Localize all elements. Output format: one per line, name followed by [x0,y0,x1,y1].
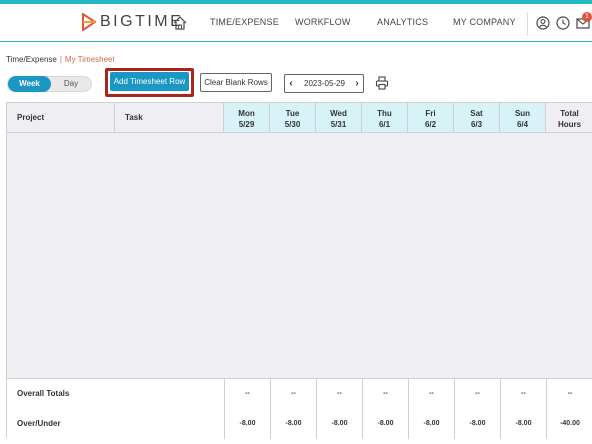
day-name: Sun [514,109,531,118]
week-date-picker: ‹ 2023-05-29 › [284,74,364,93]
nav-time-expense[interactable]: TIME/EXPENSE [210,17,279,27]
logo-mark-icon [82,13,96,31]
day-date: 5/30 [284,120,301,129]
day-date: 6/2 [424,120,437,129]
nav-my-company[interactable]: MY COMPANY [453,17,516,27]
total-cell: -- [270,379,316,409]
col-day-header: Mon 5/29 [224,103,270,132]
col-project-header[interactable]: Project [7,103,115,132]
day-name: Wed [330,109,347,118]
over-under-cell: -8.00 [316,409,362,439]
grid-header: Project Task Mon 5/29 Tue 5/30 Wed 5/31 … [7,103,592,133]
over-under-label: Over/Under [17,419,61,428]
next-week-button[interactable]: › [351,75,363,92]
day-date: 6/1 [378,120,391,129]
printer-icon[interactable] [375,76,389,90]
over-under-cell: -8.00 [224,409,270,439]
over-under-total-cell: -40.00 [546,409,592,439]
col-total-hours-header: Total Hours [546,103,592,132]
timesheet-grid: Project Task Mon 5/29 Tue 5/30 Wed 5/31 … [6,102,592,439]
day-name: Fri [425,109,436,118]
user-circle-icon[interactable] [536,16,550,30]
col-day-header: Wed 5/31 [316,103,362,132]
clock-icon[interactable] [556,16,570,30]
total-cell: -- [408,379,454,409]
day-name: Sat [470,109,483,118]
breadcrumb-parent[interactable]: Time/Expense [6,55,57,64]
breadcrumb: Time/Expense | My Timesheet [6,55,115,64]
day-name: Tue [285,109,300,118]
overall-total-hours-cell: -- [546,379,592,409]
over-under-row: Over/Under -8.00 -8.00 -8.00 -8.00 -8.00… [7,409,592,439]
clear-blank-rows-button[interactable]: Clear Blank Rows [200,73,272,92]
total-cell: -- [316,379,362,409]
over-under-cell: -8.00 [362,409,408,439]
col-task-header[interactable]: Task [115,103,224,132]
add-timesheet-row-button[interactable]: Add Timesheet Row [110,72,189,91]
col-day-header: Sat 6/3 [454,103,500,132]
breadcrumb-current: My Timesheet [64,55,115,64]
home-icon[interactable] [172,15,188,31]
brand-name: BIGTIME [100,13,184,30]
toggle-day[interactable]: Day [51,77,91,91]
notification-badge: 1 [582,12,592,22]
timesheet-rows-area [7,133,592,379]
total-cell: -- [500,379,546,409]
total-cell: -- [454,379,500,409]
col-day-header: Fri 6/2 [408,103,454,132]
col-day-header: Sun 6/4 [500,103,546,132]
nav-workflow[interactable]: WORKFLOW [295,17,351,27]
day-date: 5/31 [330,120,347,129]
week-date-value[interactable]: 2023-05-29 [297,75,352,92]
overall-totals-row: Overall Totals -- -- -- -- -- -- -- -- [7,379,592,409]
app-header: BIGTIME TIME/EXPENSE WORKFLOW ANALYTICS … [0,4,592,42]
over-under-cell: -8.00 [270,409,316,439]
day-name: Thu [377,109,392,118]
over-under-cell: -8.00 [408,409,454,439]
day-name: Mon [238,109,255,118]
col-day-header: Tue 5/30 [270,103,316,132]
prev-week-button[interactable]: ‹ [285,75,297,92]
view-toggle: Week Day [7,76,92,92]
nav-analytics[interactable]: ANALYTICS [377,17,428,27]
total-cell: -- [224,379,270,409]
breadcrumb-separator: | [59,55,62,64]
day-date: 6/4 [516,120,529,129]
bigtime-logo[interactable]: BIGTIME [82,13,183,31]
header-divider [527,12,528,36]
col-day-header: Thu 6/1 [362,103,408,132]
day-date: 6/3 [470,120,483,129]
total-cell: -- [362,379,408,409]
over-under-cell: -8.00 [500,409,546,439]
total-header-line1: Total [560,109,579,118]
total-header-line2: Hours [557,120,582,129]
toggle-week[interactable]: Week [8,76,51,92]
over-under-cell: -8.00 [454,409,500,439]
overall-totals-label: Overall Totals [17,389,70,398]
day-date: 5/29 [238,120,255,129]
